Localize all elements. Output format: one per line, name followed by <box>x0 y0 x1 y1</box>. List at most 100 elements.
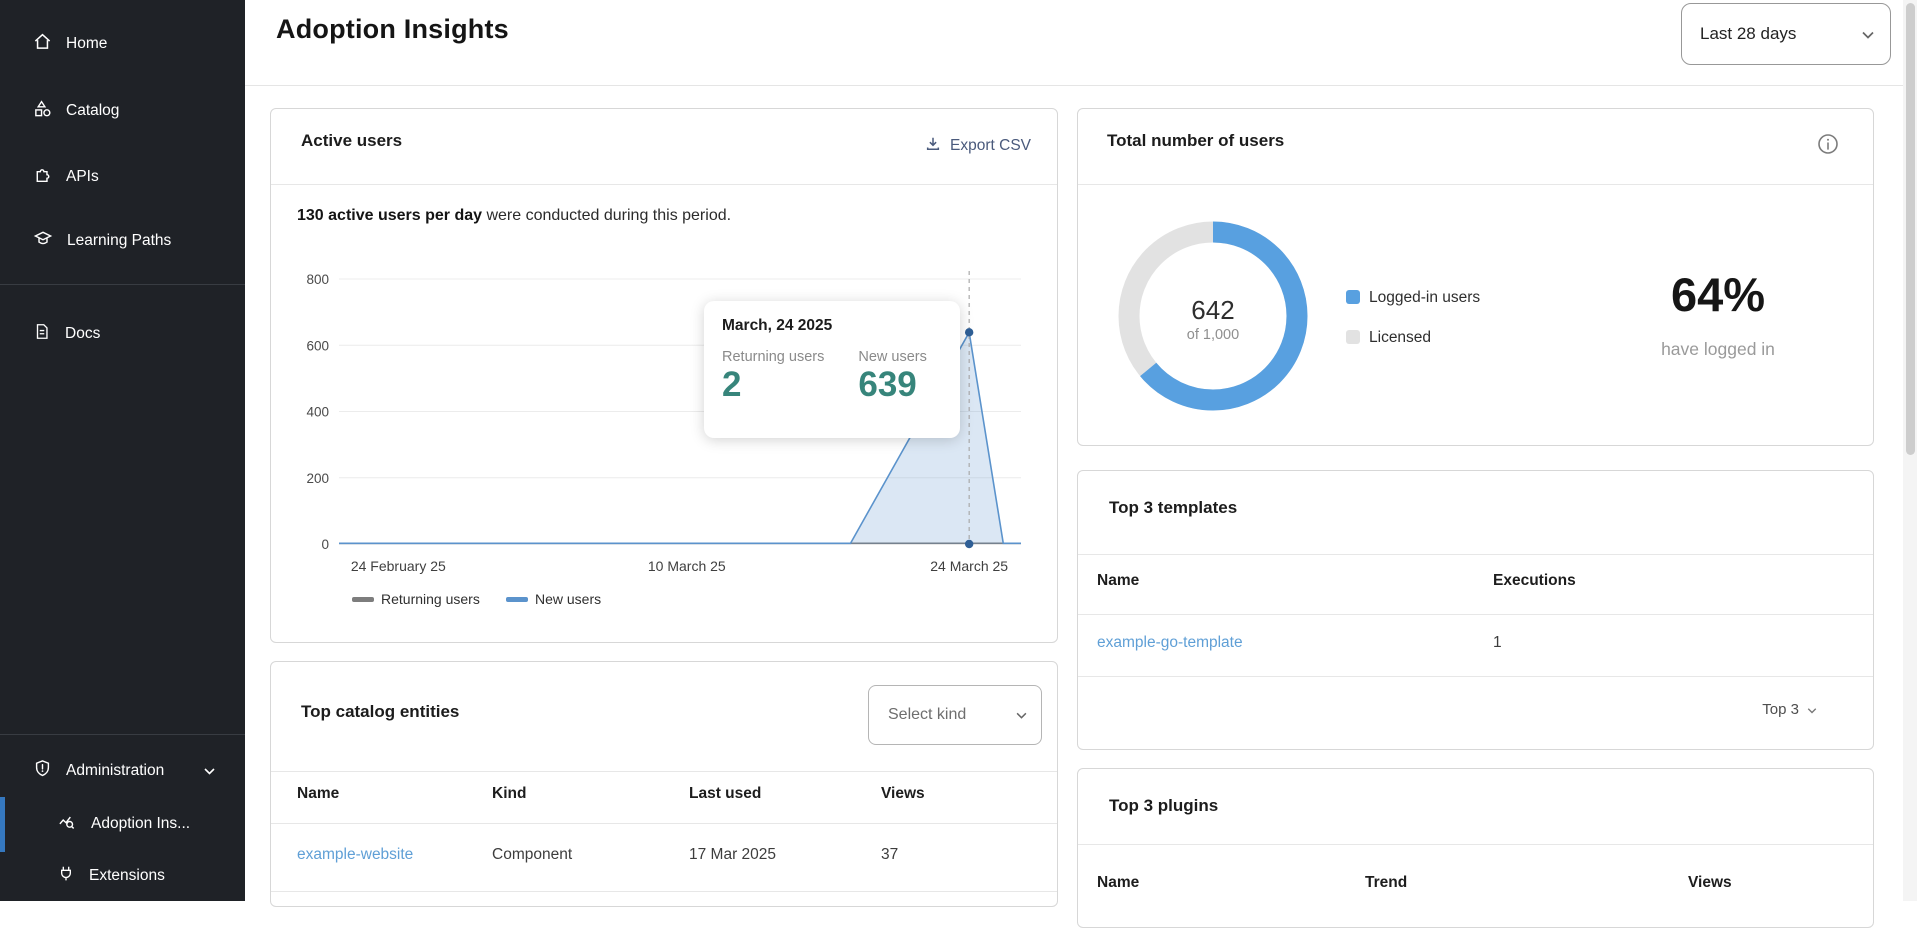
kind-select[interactable]: Select kind <box>868 685 1042 745</box>
svg-text:800: 800 <box>306 272 329 287</box>
dropdown-arrow-icon <box>1807 701 1817 718</box>
legend-item-new-users: New users <box>506 591 601 607</box>
export-csv-label: Export CSV <box>950 137 1031 155</box>
returning-users-swatch <box>352 597 374 602</box>
legend-label-licensed: Licensed <box>1369 329 1431 347</box>
cell-kind: Component <box>492 846 572 864</box>
apis-icon <box>33 165 52 189</box>
card-title: Top 3 plugins <box>1109 796 1218 816</box>
new-users-swatch <box>506 597 528 602</box>
home-icon <box>33 32 52 56</box>
summary-highlight: 130 active users per day <box>297 207 482 224</box>
card-header-divider <box>271 771 1057 772</box>
learning-paths-icon <box>33 229 53 253</box>
sidebar: Home Catalog APIs Learning Paths Docs Ad… <box>0 0 245 901</box>
card-header-divider <box>1078 844 1873 845</box>
sidebar-item-learning-paths[interactable]: Learning Paths <box>0 220 245 262</box>
top-templates-card: Top 3 templates Name Executions example-… <box>1077 470 1874 750</box>
card-title: Top 3 templates <box>1109 498 1237 518</box>
date-range-select[interactable]: Last 28 days <box>1681 3 1891 65</box>
column-header-name: Name <box>1097 874 1139 892</box>
tooltip-new-value: 639 <box>858 365 927 405</box>
catalog-icon <box>33 99 52 123</box>
active-item-indicator <box>0 797 5 852</box>
info-icon[interactable] <box>1817 133 1839 160</box>
download-icon <box>925 135 941 157</box>
tooltip-returning-value: 2 <box>722 365 824 405</box>
card-header-divider <box>271 184 1057 185</box>
plug-icon <box>57 864 75 888</box>
active-users-summary: 130 active users per day were conducted … <box>297 207 731 225</box>
svg-text:600: 600 <box>306 338 329 353</box>
entity-link[interactable]: example-website <box>297 846 413 863</box>
kind-select-placeholder: Select kind <box>888 706 966 724</box>
tooltip-new-label: New users <box>858 349 927 365</box>
legend-label-logged-in: Logged-in users <box>1369 289 1480 307</box>
legend-label: New users <box>535 591 601 607</box>
logged-in-percent-caption: have logged in <box>1618 339 1818 360</box>
docs-icon <box>33 322 51 346</box>
date-range-value: Last 28 days <box>1700 24 1796 44</box>
card-title: Active users <box>301 131 402 151</box>
card-header-divider <box>1078 554 1873 555</box>
licensed-swatch <box>1346 330 1360 344</box>
table-divider <box>271 823 1057 824</box>
legend-item-returning-users: Returning users <box>352 591 480 607</box>
donut-center-value: 642 <box>1153 295 1273 326</box>
sidebar-item-label: Extensions <box>89 867 165 885</box>
sidebar-item-adoption-insights[interactable]: Adoption Ins... <box>0 803 245 845</box>
table-divider <box>1078 614 1873 615</box>
sidebar-item-administration[interactable]: Administration <box>0 750 245 792</box>
sidebar-item-label: Adoption Ins... <box>91 815 190 833</box>
tooltip-date: March, 24 2025 <box>722 317 942 335</box>
dropdown-arrow-icon <box>1862 24 1874 44</box>
column-header-trend: Trend <box>1365 874 1407 892</box>
sidebar-item-label: Home <box>66 35 107 53</box>
sidebar-divider <box>0 284 245 285</box>
sidebar-item-extensions[interactable]: Extensions <box>0 855 245 897</box>
svg-text:10 March 25: 10 March 25 <box>648 558 726 574</box>
sidebar-item-docs[interactable]: Docs <box>0 313 245 355</box>
column-header-last-used: Last used <box>689 785 761 803</box>
summary-rest: were conducted during this period. <box>482 207 731 224</box>
sidebar-item-label: Administration <box>66 762 164 780</box>
export-csv-button[interactable]: Export CSV <box>925 135 1031 157</box>
chevron-down-icon <box>204 762 215 780</box>
scrollbar-thumb[interactable] <box>1906 3 1915 455</box>
table-divider <box>1078 676 1873 677</box>
header-divider <box>245 85 1917 86</box>
column-header-name: Name <box>1097 572 1139 590</box>
column-header-views: Views <box>881 785 925 803</box>
sidebar-item-label: APIs <box>66 168 99 186</box>
svg-text:24 March 25: 24 March 25 <box>930 558 1008 574</box>
chart-tooltip: March, 24 2025 Returning users 2 New use… <box>704 301 960 438</box>
column-header-executions: Executions <box>1493 572 1576 590</box>
tooltip-returning-label: Returning users <box>722 349 824 365</box>
shield-icon <box>33 759 52 783</box>
table-row: example-website <box>297 846 413 864</box>
logged-in-users-swatch <box>1346 290 1360 304</box>
svg-text:0: 0 <box>321 537 329 552</box>
column-header-views: Views <box>1688 874 1732 892</box>
template-link[interactable]: example-go-template <box>1097 634 1243 651</box>
table-row: example-go-template <box>1097 634 1243 652</box>
sidebar-item-apis[interactable]: APIs <box>0 156 245 198</box>
svg-text:400: 400 <box>306 405 329 420</box>
active-users-card: Active users Export CSV 130 active users… <box>270 108 1058 643</box>
top-n-label: Top 3 <box>1762 701 1799 718</box>
dropdown-arrow-icon <box>1016 706 1027 724</box>
column-header-name: Name <box>297 785 339 803</box>
top-plugins-card: Top 3 plugins Name Trend Views <box>1077 768 1874 928</box>
sidebar-item-catalog[interactable]: Catalog <box>0 90 245 132</box>
sidebar-item-home[interactable]: Home <box>0 23 245 65</box>
table-divider <box>271 891 1057 892</box>
top-catalog-entities-card: Top catalog entities Select kind Name Ki… <box>270 661 1058 907</box>
legend-label: Returning users <box>381 591 480 607</box>
top-n-select[interactable]: Top 3 <box>1762 701 1817 718</box>
total-users-card: Total number of users 642 of 1,000 Logge… <box>1077 108 1874 446</box>
donut-center-sub: of 1,000 <box>1153 327 1273 343</box>
sidebar-item-label: Learning Paths <box>67 232 171 250</box>
svg-text:24 February 25: 24 February 25 <box>351 558 446 574</box>
card-title: Top catalog entities <box>301 702 459 722</box>
sidebar-item-label: Docs <box>65 325 100 343</box>
